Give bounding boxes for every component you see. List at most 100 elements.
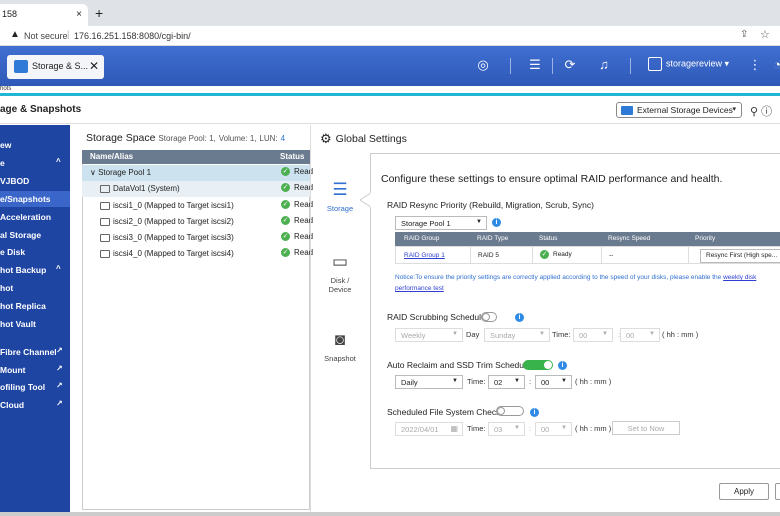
bookmark-star-icon[interactable]: ☆ — [760, 28, 770, 41]
user-menu[interactable]: storagereview ▾ — [648, 57, 729, 71]
external-link-icon: ↗ — [56, 399, 63, 408]
check-icon: ✓ — [281, 248, 290, 258]
fscheck-hour-select[interactable]: 03 ▼ — [488, 422, 525, 436]
nav-item-snapshot-backup[interactable]: hot Backup ^ — [0, 262, 70, 278]
tab-storage[interactable]: ☰ Storage — [320, 180, 360, 213]
check-icon: ✓ — [281, 183, 290, 193]
scrubbing-hour-select[interactable]: 00 ▼ — [573, 328, 613, 342]
table-row-lun[interactable]: iscsi2_0 (Mapped to Target iscsi2) ✓ Read — [82, 214, 313, 230]
table-row-pool[interactable]: ∨ Storage Pool 1 ✓ Read — [82, 165, 313, 181]
raid-group-table: RAID Group RAID Type Status Resync Speed… — [395, 232, 780, 264]
app-tab-close-icon[interactable]: ✕ — [89, 59, 99, 73]
nav-item-vjbod[interactable]: VJBOD — [0, 173, 70, 189]
storage-space-title: Storage Space Storage Pool: 1, Volume: 1… — [86, 132, 286, 144]
scrubbing-minute-select[interactable]: 00 ▼ — [620, 328, 660, 342]
notification-bell-icon[interactable]: ♫ — [595, 57, 613, 75]
reclaim-toggle[interactable] — [523, 360, 553, 370]
dashboard-icon[interactable]: ◔ — [768, 57, 780, 75]
weekly-disk-link[interactable]: weekly disk — [723, 274, 756, 281]
panel-divider — [310, 125, 311, 516]
priority-select[interactable]: Resync First (High spe... — [700, 249, 780, 263]
nav-item-cache-acceleration[interactable]: Acceleration — [0, 209, 70, 225]
url-text[interactable]: 176.16.251.158:8080/cgi-bin/ — [74, 31, 191, 41]
lun-icon — [100, 201, 110, 210]
task-stack-icon[interactable]: ☰ — [526, 57, 544, 75]
more-options-icon[interactable]: ⋮ — [746, 57, 764, 75]
new-tab-button[interactable]: + — [95, 5, 103, 21]
resync-heading: RAID Resync Priority (Rebuild, Migration… — [387, 200, 594, 210]
info-icon[interactable]: i — [492, 218, 501, 227]
share-icon[interactable]: ⇪ — [740, 29, 748, 40]
diagnostic-icon[interactable]: ⚲ — [750, 106, 758, 118]
reclaim-minute-select[interactable]: 00 ▼ — [535, 375, 572, 389]
app-header: age & Snapshots External Storage Devices… — [0, 96, 780, 124]
nav-item-remote-disk[interactable]: e Disk — [0, 244, 70, 260]
fscheck-minute-select[interactable]: 00 ▼ — [535, 422, 572, 436]
nav-item-cloud[interactable]: Cloud ↗ — [0, 397, 70, 413]
settings-description: Configure these settings to ensure optim… — [381, 173, 723, 185]
not-secure-label[interactable]: Not secure — [24, 31, 68, 41]
info-icon[interactable]: i — [515, 313, 524, 322]
nav-item-snapshot[interactable]: hot — [0, 280, 70, 296]
nav-item-snapshot-vault[interactable]: hot Vault — [0, 316, 70, 332]
time-colon: : — [529, 377, 532, 386]
fscheck-toggle[interactable] — [496, 406, 524, 416]
scrubbing-day-select[interactable]: Sunday ▼ — [484, 328, 550, 342]
lun-icon — [100, 249, 110, 258]
pool-select[interactable]: Storage Pool 1 ▼ — [395, 216, 487, 230]
nav-item-overview[interactable]: ew — [0, 137, 70, 153]
volume-icon — [100, 184, 110, 193]
nav-item-mount[interactable]: Mount ↗ — [0, 362, 70, 378]
qts-top-bar: Storage & S... ✕ ◎ ☰ ⟳ ♫ storagereview ▾… — [0, 46, 780, 86]
browser-tab-title: 158 — [2, 9, 18, 19]
check-icon: ✓ — [281, 167, 290, 177]
nav-item-profiling-tool[interactable]: ofiling Tool ↗ — [0, 379, 70, 395]
scrubbing-frequency-select[interactable]: Weekly ▼ — [395, 328, 463, 342]
left-nav: ew e ^ VJBOD e/Snapshots Acceleration al … — [0, 125, 70, 516]
storage-table-header: Name/Alias Status — [82, 150, 310, 164]
time-label: Time: — [552, 330, 571, 339]
apply-button[interactable]: Apply — [719, 483, 769, 500]
info-icon[interactable]: i — [530, 408, 539, 417]
search-icon[interactable]: ◎ — [474, 57, 492, 75]
nav-item-snapshot-replica[interactable]: hot Replica — [0, 298, 70, 314]
warning-icon[interactable]: ▲ — [10, 29, 20, 40]
fscheck-date-input[interactable]: 2022/04/01 ▦ — [395, 422, 463, 436]
browser-tab[interactable]: 158 × — [0, 4, 88, 26]
fscheck-heading: Scheduled File System Check — [387, 407, 501, 417]
nav-item-storage[interactable]: e ^ — [0, 155, 70, 171]
nav-item-storage-snapshots[interactable]: e/Snapshots — [0, 191, 70, 207]
app-tab-storage[interactable]: Storage & S... ✕ — [7, 55, 104, 79]
scrubbing-toggle[interactable] — [481, 312, 497, 322]
browser-tab-strip: 158 × + — [0, 0, 780, 26]
tab-disk-device[interactable]: ▭ Disk / Device — [320, 252, 360, 294]
chevron-down-icon: ∨ — [90, 168, 96, 177]
reclaim-hour-select[interactable]: 02 ▼ — [488, 375, 525, 389]
table-row-volume[interactable]: DataVol1 (System) ✓ Read — [82, 181, 313, 197]
external-storage-devices-dropdown[interactable]: External Storage Devices ▾ — [616, 102, 742, 118]
table-row-lun[interactable]: iscsi1_0 (Mapped to Target iscsi1) ✓ Read — [82, 198, 313, 214]
browser-tab-close-icon[interactable]: × — [76, 9, 82, 20]
nav-item-external-storage[interactable]: al Storage — [0, 227, 70, 243]
address-separator: | — [67, 29, 70, 39]
reclaim-heading: Auto Reclaim and SSD Trim Schedule — [387, 360, 531, 370]
bottom-bar — [0, 512, 780, 516]
backup-sync-icon[interactable]: ⟳ — [561, 57, 579, 75]
help-icon[interactable]: ⓘ — [761, 106, 772, 118]
raid-group-link[interactable]: RAID Group 1 — [404, 252, 445, 259]
address-bar[interactable]: ▲ Not secure | 176.16.251.158:8080/cgi-b… — [0, 26, 780, 46]
close-button[interactable] — [775, 483, 780, 500]
table-row-lun[interactable]: iscsi3_0 (Mapped to Target iscsi3) ✓ Read — [82, 230, 313, 246]
time-label: Time: — [467, 424, 486, 433]
external-link-icon: ↗ — [56, 364, 63, 373]
time-label: Time: — [467, 377, 486, 386]
chevron-down-icon: ▼ — [476, 219, 482, 225]
table-row-lun[interactable]: iscsi4_0 (Mapped to Target iscsi4) ✓ Read — [82, 246, 313, 262]
performance-test-link[interactable]: performance test — [395, 285, 444, 292]
tab-snapshot[interactable]: ◙ Snapshot — [320, 330, 360, 363]
external-drive-icon — [621, 106, 633, 115]
nav-item-fibre-channel[interactable]: Fibre Channel ↗ — [0, 344, 70, 360]
set-to-now-button[interactable]: Set to Now — [612, 421, 680, 435]
info-icon[interactable]: i — [558, 361, 567, 370]
reclaim-frequency-select[interactable]: Daily ▼ — [395, 375, 463, 389]
